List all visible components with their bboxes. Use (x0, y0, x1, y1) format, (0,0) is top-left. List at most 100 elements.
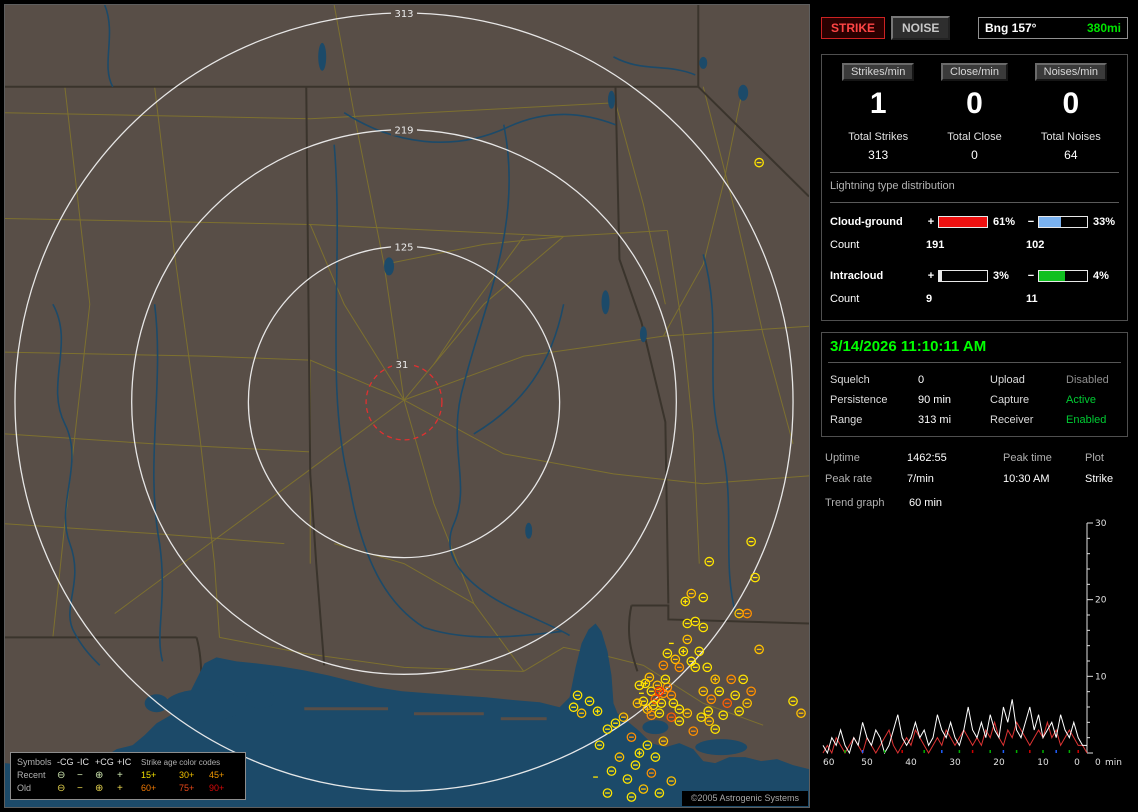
range-label: Range (830, 414, 863, 426)
strike-marker (702, 662, 713, 673)
ic-negative-count: 11 (1026, 293, 1038, 305)
divider (830, 202, 1119, 203)
ic-positive-bar (938, 270, 988, 282)
svg-text:10: 10 (1037, 758, 1049, 768)
status-panel: 3/14/2026 11:10:11 AM Squelch 0 Upload D… (821, 332, 1128, 437)
age-code: 30+ (179, 770, 195, 780)
pos-cg-old-icon: ⊕ (95, 783, 104, 794)
persistence-label: Persistence (830, 394, 888, 406)
ic-negative-bar-fill (1039, 271, 1066, 281)
range-setting-value: 313 mi (918, 414, 952, 426)
cg-negative-count: 102 (1026, 239, 1045, 251)
legend-col-pos-cg: +CG (95, 757, 114, 767)
peak-rate-value: 7/min (907, 473, 934, 485)
plus-sign: + (927, 270, 935, 282)
map-canvas: 313 219 125 31 (5, 5, 809, 807)
strike-marker (710, 674, 721, 685)
intracloud-count-row: Count 9 11 (830, 288, 1119, 310)
cloud-ground-row: Cloud-ground + 61% − 33% (830, 210, 1119, 234)
strike-marker (730, 690, 741, 701)
strike-marker (698, 622, 709, 633)
strike-marker (746, 536, 756, 547)
datetime-display: 3/14/2026 11:10:11 AM (828, 333, 1121, 363)
trend-graph-row: Trend graph 60 min (825, 497, 1124, 509)
strike-marker (646, 710, 657, 721)
strike-marker (704, 716, 715, 727)
count-label: Count (830, 239, 860, 251)
strike-marker (682, 708, 693, 719)
noises-per-min-value: 0 (1062, 87, 1080, 120)
svg-text:10: 10 (1095, 672, 1107, 682)
strike-marker (690, 616, 701, 627)
cg-positive-bar-fill (939, 217, 987, 227)
strike-marker (662, 648, 673, 659)
statistics-panel: Strikes/min 1 Total Strikes 313 Close/mi… (821, 54, 1128, 321)
strike-marker (644, 672, 655, 683)
strike-toggle-button[interactable]: STRIKE (821, 17, 886, 39)
legend-age-title: Strike age color codes (141, 758, 221, 767)
range-ring-label: 31 (396, 360, 409, 371)
peak-rate-label: Peak rate (825, 473, 873, 485)
neg-cg-recent-icon: ⊖ (57, 770, 66, 781)
strike-marker (680, 596, 691, 607)
strike-marker (742, 608, 752, 619)
strike-marker (662, 682, 673, 693)
svg-text:30: 30 (1095, 519, 1107, 529)
strike-marker (654, 708, 665, 719)
distribution-title: Lightning type distribution (830, 180, 955, 192)
svg-text:20: 20 (1095, 596, 1107, 606)
squelch-label: Squelch (830, 374, 870, 386)
age-code: 45+ (209, 770, 225, 780)
strike-marker (690, 662, 701, 673)
noises-per-min-label: Noises/min (1034, 63, 1108, 81)
neg-ic-recent-icon: − (77, 770, 83, 781)
bearing-range-display: Bng 157° 380mi (978, 17, 1128, 39)
strikes-per-min-label: Strikes/min (841, 63, 915, 81)
strike-marker (738, 674, 749, 685)
legend-col-neg-ic: -IC (77, 757, 89, 767)
pos-cg-recent-icon: ⊕ (95, 770, 104, 781)
ic-positive-pct: 3% (993, 270, 1009, 282)
svg-text:40: 40 (905, 758, 917, 768)
range-ring-label: 313 (394, 9, 413, 20)
uptime-label: Uptime (825, 452, 860, 464)
strike-marker (788, 696, 798, 707)
noise-toggle-button[interactable]: NOISE (891, 16, 951, 40)
close-per-min-value: 0 (966, 87, 983, 120)
strike-marker (674, 704, 685, 715)
uptime-grid: Uptime 1462:55 Peak time Plot Peak rate … (825, 452, 1124, 485)
strike-marker (698, 686, 709, 697)
receiver-value: Enabled (1066, 414, 1107, 426)
plot-value: Strike (1085, 473, 1114, 485)
close-per-min-column: Close/min 0 Total Close 0 (926, 63, 1022, 162)
strike-marker (696, 712, 707, 723)
ic-positive-count: 9 (926, 293, 933, 305)
svg-text:30: 30 (949, 758, 961, 768)
intracloud-label: Intracloud (830, 270, 884, 282)
settings-grid: Squelch 0 Upload Disabled Persistence 90… (828, 372, 1121, 428)
cg-positive-pct: 61% (993, 216, 1016, 228)
strike-marker (656, 698, 667, 709)
sidebar: STRIKE NOISE Bng 157° 380mi Strikes/min … (815, 4, 1134, 808)
strike-marker (714, 686, 725, 697)
capture-value: Active (1066, 394, 1096, 406)
total-strikes-label: Total Strikes (848, 131, 909, 143)
strike-marker (666, 712, 677, 723)
strike-marker (722, 698, 733, 709)
water-layer (5, 42, 809, 807)
strike-marker (686, 588, 697, 599)
legend-col-neg-cg: -CG (57, 757, 74, 767)
neg-ic-old-icon: − (77, 783, 83, 794)
mode-controls: STRIKE NOISE Bng 157° 380mi (821, 16, 1128, 40)
strike-marker (706, 694, 717, 705)
range-ring-label: 219 (394, 126, 413, 137)
close-per-min-label: Close/min (941, 63, 1008, 81)
svg-text:60: 60 (823, 758, 835, 768)
strike-marker (718, 710, 729, 721)
intracloud-row: Intracloud + 3% − 4% (830, 264, 1119, 288)
uptime-value: 1462:55 (907, 452, 947, 464)
range-ring-labels: 313 219 125 31 (391, 7, 417, 371)
minus-sign: − (1027, 216, 1035, 228)
upload-value: Disabled (1066, 374, 1109, 386)
strike-marker (726, 674, 737, 685)
